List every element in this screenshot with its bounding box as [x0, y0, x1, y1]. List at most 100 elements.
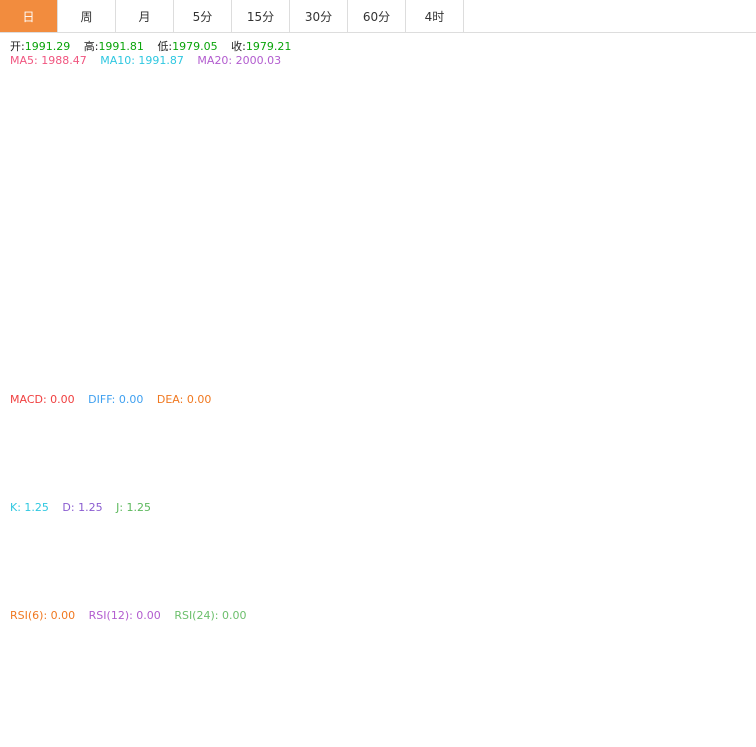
candle: [111, 304, 119, 323]
macd-bar: [411, 420, 419, 443]
main-tick-label: 2021.51: [699, 101, 742, 113]
candle: [301, 298, 309, 348]
month-label: 2月: [26, 718, 43, 730]
candle-body: [581, 128, 589, 142]
main-tick-label: 1882.28: [699, 276, 742, 288]
macd-bar: [191, 442, 199, 450]
tab-6[interactable]: 60分: [348, 0, 406, 32]
macd-bar: [621, 442, 629, 457]
macd-bar: [461, 436, 469, 443]
candle-body: [351, 154, 359, 234]
j-value: J: 1.25: [116, 501, 152, 514]
kline-chart[interactable]: 2061.30 2041.41 2021.51 2001.62 1961.84 1941.…: [0, 0, 756, 747]
ma20-legend: MA20: 2000.03: [197, 54, 282, 67]
candle-body: [311, 242, 319, 294]
main-tick-label: 2061.30: [699, 51, 742, 63]
macd-bar: [1, 442, 9, 444]
candle: [131, 310, 139, 347]
candle-body: [71, 295, 79, 302]
candle: [641, 139, 649, 162]
macd-bar: [221, 442, 229, 446]
macd-bar: [651, 442, 659, 444]
main-tick-label: 1902.17: [699, 251, 742, 263]
tab-1[interactable]: 周: [58, 0, 116, 32]
macd-value: MACD: 0.00: [10, 393, 75, 406]
candle: [91, 272, 99, 311]
candle-body: [471, 108, 479, 154]
candle: [451, 149, 459, 176]
macd-bar: [101, 442, 109, 458]
candle: [621, 121, 629, 155]
candle-body: [481, 108, 489, 110]
macd-legend: MACD: 0.00 DIFF: 0.00 DEA: 0.00: [10, 393, 221, 406]
candle-body: [241, 339, 249, 342]
macd-bar: [601, 442, 609, 458]
period-tabs: 日周月 5分 15分 30分 60分 4时: [0, 0, 756, 33]
macd-bar: [451, 435, 459, 443]
tab-4[interactable]: 15分: [232, 0, 290, 32]
main-tick-label: 1922.06: [699, 226, 743, 238]
candle: [231, 328, 239, 366]
candle: [581, 117, 589, 146]
ma20-line: [4, 133, 656, 343]
macd-bar: [21, 442, 29, 444]
candle-body: [221, 351, 229, 366]
macd-bar: [381, 409, 389, 443]
candle-body: [251, 316, 259, 343]
macd-bar: [61, 442, 69, 457]
candle: [151, 329, 159, 362]
macd-bar: [581, 442, 589, 453]
candle-body: [91, 290, 99, 308]
rsi-tick-label: 64.33: [699, 651, 729, 663]
candle-body: [301, 300, 309, 348]
candle-body: [371, 159, 379, 209]
k-value: K: 1.25: [10, 501, 49, 514]
macd-bar: [371, 407, 379, 443]
candle: [181, 326, 189, 358]
macd-bar: [121, 442, 129, 457]
macd-bar: [561, 442, 569, 450]
tab-2[interactable]: 月: [116, 0, 174, 32]
macd-bar: [201, 442, 209, 451]
macd-bar: [351, 403, 359, 443]
candle: [511, 122, 519, 147]
candle-body: [111, 304, 119, 320]
macd-bar: [131, 442, 139, 458]
macd-bar: [31, 439, 39, 443]
candle: [101, 294, 109, 319]
candle: [81, 276, 89, 298]
open-value: 1991.29: [24, 40, 71, 53]
candle: [611, 136, 619, 162]
main-tick-label: 1842.49: [699, 326, 742, 338]
kdj-tick-label: 98.23: [699, 516, 729, 528]
macd-bar: [641, 442, 649, 457]
tab-3[interactable]: 5分: [174, 0, 232, 32]
candle-body: [151, 333, 159, 341]
candle: [441, 153, 449, 190]
candle: [1, 214, 9, 238]
candle: [121, 297, 129, 330]
macd-bar: [11, 442, 19, 444]
close-label: 收:: [231, 40, 246, 53]
main-tick-label: 2041.41: [699, 76, 742, 88]
tab-7[interactable]: 4时: [406, 0, 464, 32]
tab-5[interactable]: 30分: [290, 0, 348, 32]
macd-bar: [361, 401, 369, 443]
macd-bar: [531, 438, 539, 443]
main-tick-label: 2001.62: [699, 126, 742, 138]
macd-bar: [421, 424, 429, 443]
candle-body: [431, 166, 439, 179]
macd-bar: [511, 441, 519, 443]
candle: [461, 144, 469, 198]
candle: [271, 320, 279, 369]
macd-bar: [241, 438, 249, 443]
candle-body: [631, 146, 639, 151]
macd-bar: [481, 432, 489, 443]
macd-bar: [591, 442, 599, 457]
tab-0[interactable]: 日: [0, 0, 58, 32]
month-label: 4月: [456, 718, 473, 730]
candle-body: [501, 132, 509, 145]
candle: [421, 166, 429, 198]
candle-body: [171, 333, 179, 343]
candle: [381, 160, 389, 216]
